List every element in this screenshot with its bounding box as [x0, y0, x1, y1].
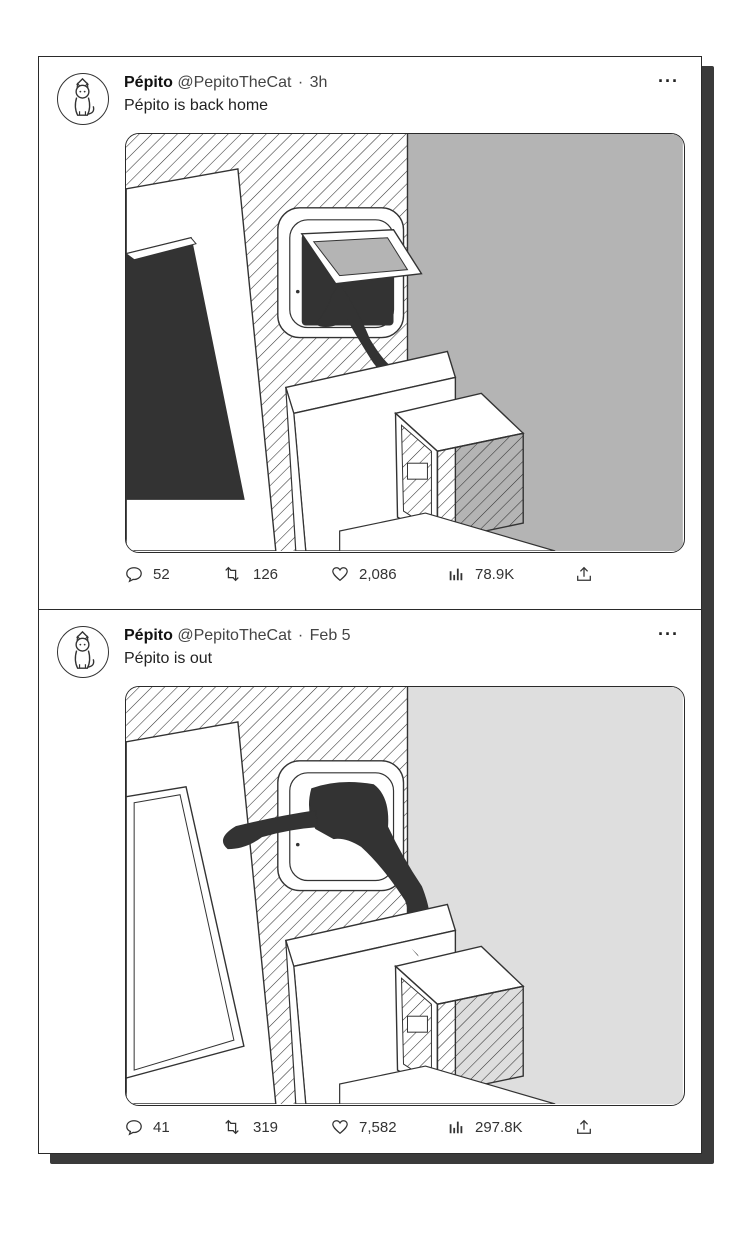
like-button[interactable]: 7,582: [331, 1118, 397, 1136]
share-button[interactable]: [575, 565, 603, 583]
retweet-icon: [225, 566, 239, 582]
cat-avatar-icon[interactable]: [57, 626, 109, 678]
share-button[interactable]: [575, 1118, 603, 1136]
tweet-text: Pépito is back home: [124, 97, 269, 114]
author-name[interactable]: Pépito: [124, 74, 173, 91]
like-count: 2,086: [359, 565, 397, 583]
reply-button[interactable]: 41: [125, 1118, 170, 1136]
tweet-text: Pépito is out: [124, 650, 213, 667]
tweet-header: Pépito @PepitoTheCat · 3h: [124, 73, 327, 93]
more-icon[interactable]: ···: [658, 71, 679, 92]
view-count: 78.9K: [475, 565, 515, 583]
reply-count: 52: [153, 565, 170, 583]
retweet-button[interactable]: 319: [221, 1118, 278, 1136]
reply-count: 41: [153, 1118, 170, 1136]
separator-dot: ·: [297, 627, 304, 644]
retweet-button[interactable]: 126: [221, 565, 278, 583]
tweet-actions: 52 126 2,086 78.9K: [125, 565, 685, 589]
author-handle[interactable]: @PepitoTheCat: [177, 627, 291, 644]
share-icon: [577, 1119, 591, 1134]
separator-dot: ·: [297, 74, 304, 91]
cat-avatar-icon[interactable]: [57, 73, 109, 125]
author-name[interactable]: Pépito: [124, 627, 173, 644]
reply-icon: [126, 1120, 142, 1136]
retweet-count: 126: [253, 565, 279, 583]
views-icon: [449, 1121, 463, 1134]
cat-door-illustration: [126, 687, 683, 1104]
views-button[interactable]: 78.9K: [447, 565, 514, 583]
share-icon: [577, 566, 591, 581]
views-button[interactable]: 297.8K: [447, 1118, 523, 1136]
tweet-2[interactable]: Pépito @PepitoTheCat · Feb 5 ··· Pépito …: [39, 609, 701, 1162]
views-icon: [449, 568, 463, 581]
tweet-actions: 41 319 7,582 297.8K: [125, 1118, 685, 1142]
view-count: 297.8K: [475, 1118, 523, 1136]
heart-icon: [332, 567, 348, 582]
heart-icon: [332, 1120, 348, 1135]
cat-door-illustration: [126, 134, 683, 551]
tweet-photo[interactable]: [125, 686, 685, 1106]
tweet-time[interactable]: 3h: [310, 74, 328, 91]
reply-button[interactable]: 52: [125, 565, 170, 583]
more-icon[interactable]: ···: [658, 624, 679, 645]
like-count: 7,582: [359, 1118, 397, 1136]
retweet-icon: [225, 1119, 239, 1135]
retweet-count: 319: [253, 1118, 279, 1136]
reply-icon: [126, 567, 142, 583]
timeline-card: Pépito @PepitoTheCat · 3h ··· Pépito is …: [38, 56, 702, 1154]
author-handle[interactable]: @PepitoTheCat: [177, 74, 291, 91]
tweet-1[interactable]: Pépito @PepitoTheCat · 3h ··· Pépito is …: [39, 57, 701, 609]
tweet-photo[interactable]: [125, 133, 685, 553]
tweet-header: Pépito @PepitoTheCat · Feb 5: [124, 626, 351, 646]
tweet-time[interactable]: Feb 5: [310, 627, 351, 644]
like-button[interactable]: 2,086: [331, 565, 397, 583]
